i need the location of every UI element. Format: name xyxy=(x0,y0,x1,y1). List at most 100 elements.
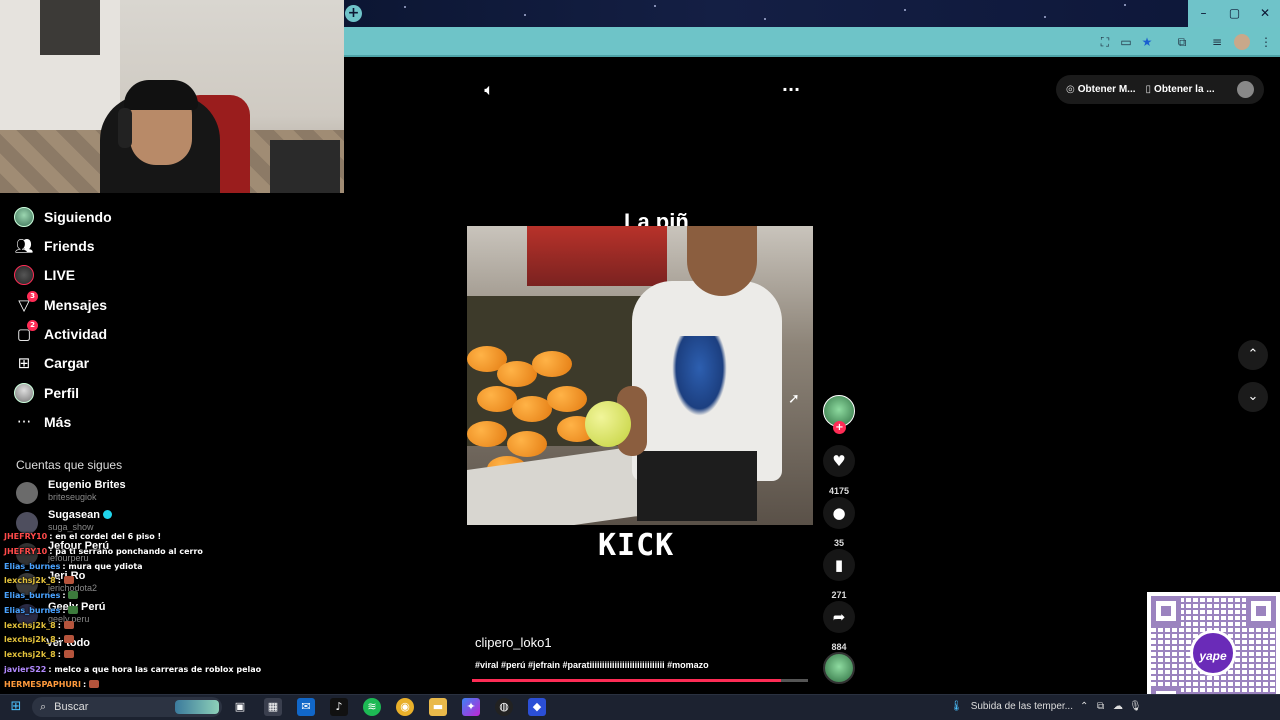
chat-message: JHEFRY10: en el cordel del 6 piso ! xyxy=(4,532,162,541)
tray-app-icon[interactable]: ⧉ xyxy=(1097,700,1104,714)
tray-cloud-icon[interactable]: ☁ xyxy=(1113,700,1123,714)
sidebar-item-activity[interactable]: ▢ 2 Actividad xyxy=(14,320,214,346)
microphone-icon[interactable]: 🎙︎ xyxy=(1129,700,1142,714)
chat-message: HERMESPAPHURI: xyxy=(4,680,100,690)
friends-icon: 👥︎ xyxy=(14,237,34,255)
following-avatar-icon xyxy=(14,207,34,227)
bookmark-star-icon[interactable]: ★ xyxy=(1139,34,1155,50)
following-account-item[interactable]: Eugenio Brites briteseugiok xyxy=(16,479,126,509)
bookmark-icon: ▮ xyxy=(823,549,855,581)
chat-message: lexchsj2k_8: xyxy=(4,635,74,645)
sidebar-item-friends[interactable]: 👥︎ Friends xyxy=(14,234,214,258)
verified-icon xyxy=(102,510,112,519)
chat-message: javierS22: melco a que hora las carreras… xyxy=(4,665,262,674)
share-button[interactable]: ➦ 884 xyxy=(823,601,855,653)
save-button[interactable]: ▮ 271 xyxy=(823,549,855,601)
mail-icon[interactable]: ✉ xyxy=(297,698,315,716)
mouse-cursor-icon: ➚ xyxy=(788,391,800,407)
like-button[interactable]: ♥ 4175 xyxy=(823,445,855,497)
video-frame[interactable] xyxy=(467,226,813,525)
extensions-icon[interactable]: ⧉ xyxy=(1174,34,1190,50)
chat-message: Elias_burnes: xyxy=(4,591,79,601)
app-icon[interactable]: ◆ xyxy=(528,698,546,716)
sidebar-item-upload[interactable]: ⊞ Cargar xyxy=(14,351,214,375)
coin-icon: ◎ xyxy=(1066,84,1075,95)
sidebar-item-label: Siguiendo xyxy=(44,209,112,225)
avatar xyxy=(16,512,38,534)
music-disc[interactable] xyxy=(823,652,855,684)
sidebar-item-more[interactable]: ··· Más xyxy=(14,410,214,434)
profile-icon xyxy=(14,383,34,403)
windows-start-icon[interactable]: ⊞ xyxy=(8,699,24,715)
chat-message: Elias_burnes: mura que ydiota xyxy=(4,562,143,571)
following-accounts-header: Cuentas que sigues xyxy=(16,458,123,472)
thermometer-icon: 🌡︎ xyxy=(950,701,963,712)
cast-icon[interactable]: ▭ xyxy=(1118,34,1134,50)
messages-badge: 3 xyxy=(27,291,38,302)
task-view-icon[interactable]: ▣ xyxy=(231,698,249,716)
sidebar-item-label: Actividad xyxy=(44,326,108,342)
share-icon: ➦ xyxy=(823,601,855,633)
chrome-icon[interactable]: ◉ xyxy=(396,698,414,716)
emote-icon xyxy=(63,621,74,629)
tray-chevron-icon[interactable]: ⌃ xyxy=(1080,700,1088,714)
emote-icon xyxy=(68,606,79,614)
video-description: #viral #perú #jefrain #paratiiiiiiiiiiii… xyxy=(475,660,709,670)
user-avatar[interactable] xyxy=(1237,81,1254,98)
live-icon xyxy=(14,265,34,285)
sidebar-item-label: LIVE xyxy=(44,267,76,283)
copilot-icon[interactable]: ✦ xyxy=(462,698,480,716)
comment-icon: ● xyxy=(823,497,855,529)
new-tab-button[interactable]: + xyxy=(345,5,362,22)
sidebar-item-label: Más xyxy=(44,414,72,430)
follow-plus-icon[interactable]: + xyxy=(833,421,846,434)
search-placeholder: Buscar xyxy=(54,701,89,713)
chat-message: lexchsj2k_8: xyxy=(4,576,74,586)
sidebar-item-label: Friends xyxy=(44,238,95,254)
kick-watermark: KICK xyxy=(598,528,675,563)
sidebar-item-messages[interactable]: ▽ 3 Mensajes xyxy=(14,291,214,317)
previous-video-button[interactable]: ⌃ xyxy=(1238,340,1268,370)
file-explorer-icon[interactable]: ▬ xyxy=(429,698,447,716)
maximize-button[interactable]: ▢ xyxy=(1219,0,1250,27)
tiktok-icon[interactable]: ♪ xyxy=(330,698,348,716)
sidebar-item-label: Perfil xyxy=(44,385,80,401)
reading-list-icon[interactable]: ≡ xyxy=(1209,34,1225,50)
activity-icon: ▢ 2 xyxy=(14,320,38,344)
translate-icon[interactable]: ⛶ xyxy=(1097,34,1113,50)
heart-icon: ♥ xyxy=(823,445,855,477)
comment-count: 35 xyxy=(833,538,844,548)
comment-button[interactable]: ● 35 xyxy=(823,497,855,549)
volume-icon[interactable]: 🔈︎ xyxy=(479,80,499,100)
next-video-button[interactable]: ⌄ xyxy=(1238,382,1268,412)
browser-tab-strip xyxy=(344,0,1280,27)
search-highlight-image xyxy=(175,700,219,714)
obs-icon[interactable]: ◍ xyxy=(495,698,513,716)
sidebar-item-live[interactable]: LIVE xyxy=(14,263,214,287)
save-count: 271 xyxy=(831,590,847,600)
activity-badge: 2 xyxy=(27,320,38,331)
sidebar-item-following[interactable]: Siguiendo xyxy=(14,205,214,229)
taskbar-search[interactable]: ⌕ Buscar xyxy=(32,697,222,717)
get-app-button-2[interactable]: ▯ Obtener la ... xyxy=(1146,75,1215,104)
sidebar-item-profile[interactable]: Perfil xyxy=(14,381,214,405)
video-author[interactable]: clipero_loko1 xyxy=(475,635,552,651)
close-window-button[interactable]: ✕ xyxy=(1250,0,1280,27)
spotify-icon[interactable]: ≋ xyxy=(363,698,381,716)
profile-icon[interactable] xyxy=(1234,34,1250,50)
video-progress-bar[interactable] xyxy=(472,679,808,682)
sidebar-item-label: Mensajes xyxy=(44,297,108,313)
store-icon[interactable]: ▦ xyxy=(264,698,282,716)
minimize-button[interactable]: – xyxy=(1188,0,1219,27)
chat-message: JHEFRY10: pa ti serrano ponchando al cer… xyxy=(4,547,203,556)
emote-icon xyxy=(89,680,100,688)
progress-fill xyxy=(472,679,782,682)
yape-logo-icon: yape xyxy=(1190,630,1236,676)
avatar xyxy=(16,482,38,504)
emote-icon xyxy=(63,650,74,658)
get-app-button-1[interactable]: ◎ Obtener M... xyxy=(1066,75,1136,104)
weather-widget[interactable]: 🌡︎ Subida de las temper... xyxy=(950,698,1073,716)
more-options-icon[interactable]: ··· xyxy=(781,80,801,100)
emote-icon xyxy=(63,576,74,584)
more-icon[interactable]: ⋮ xyxy=(1258,34,1274,50)
